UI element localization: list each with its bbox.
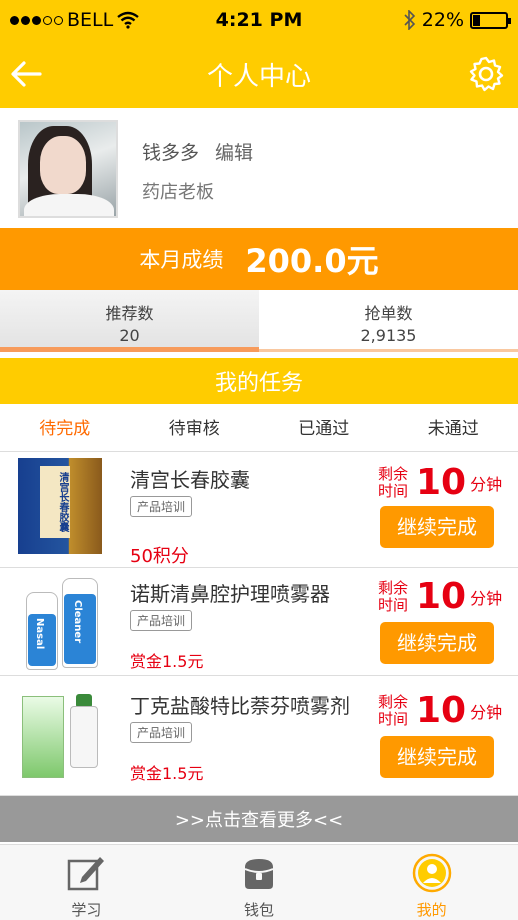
user-icon	[412, 853, 451, 893]
page-title: 个人中心	[206, 61, 311, 92]
avatar[interactable]	[18, 120, 118, 218]
task-tag: 产品培训	[130, 610, 193, 631]
carrier-name: BELL	[67, 9, 114, 31]
timer-label: 剩余时间	[378, 464, 409, 500]
tasks-header: 我的任务	[0, 358, 518, 404]
month-performance: 本月成绩 200.0元	[0, 228, 518, 290]
task-item[interactable]: 清宫长春胶囊 清宫长春胶囊 产品培训 50积分 剩余时间 10 分钟 继续完成	[0, 452, 518, 568]
stat-recommend-label: 推荐数	[105, 304, 154, 323]
stat-orders-label: 抢单数	[364, 304, 413, 323]
nav-bar: 个人中心	[0, 40, 518, 108]
tab-reviewing[interactable]: 待审核	[130, 406, 260, 451]
timer-label: 剩余时间	[378, 578, 409, 614]
bottom-tab-mine[interactable]: 我的	[345, 845, 518, 920]
timer-label: 剩余时间	[378, 692, 409, 728]
task-timer: 剩余时间 10 分钟	[378, 576, 502, 617]
task-reward: 赏金1.5元	[130, 764, 204, 783]
status-bar: BELL 4:21 PM 22%	[0, 0, 518, 40]
wifi-icon	[117, 11, 139, 29]
profile-name: 钱多多	[142, 142, 200, 164]
task-tabs: 待完成 待审核 已通过 未通过	[0, 406, 518, 452]
task-tag: 产品培训	[130, 722, 193, 743]
task-reward: 赏金1.5元	[130, 652, 204, 671]
stat-orders[interactable]: 抢单数 2,9135	[259, 290, 518, 352]
carrier-signal: BELL	[10, 9, 139, 31]
task-tag: 产品培训	[130, 496, 193, 517]
continue-button[interactable]: 继续完成	[380, 736, 494, 778]
timer-value: 10	[416, 576, 467, 617]
timer-unit: 分钟	[470, 588, 503, 608]
continue-button[interactable]: 继续完成	[380, 506, 494, 548]
bottom-tab-label: 学习	[71, 901, 102, 919]
product-image: 清宫长春胶囊	[18, 458, 108, 554]
signal-strength-icon	[10, 15, 63, 25]
month-performance-value: 200.0元	[245, 242, 379, 280]
pencil-edit-icon	[68, 857, 105, 891]
edit-profile-link[interactable]: 编辑	[215, 138, 253, 165]
battery-percent: 22%	[421, 9, 464, 31]
arrow-left-icon[interactable]	[8, 56, 44, 92]
task-timer: 剩余时间 10 分钟	[378, 690, 502, 731]
stat-recommend[interactable]: 推荐数 20	[0, 290, 259, 352]
task-title: 诺斯清鼻腔护理喷雾器	[130, 582, 330, 606]
bottom-tab-wallet[interactable]: 钱包	[173, 845, 346, 920]
bluetooth-icon	[404, 10, 415, 30]
product-image: Nasal Cleaner	[18, 574, 108, 670]
task-timer: 剩余时间 10 分钟	[378, 462, 502, 503]
task-item[interactable]: Nasal Cleaner 诺斯清鼻腔护理喷雾器 产品培训 赏金1.5元 剩余时…	[0, 568, 518, 676]
profile-role: 药店老板	[142, 182, 214, 203]
timer-unit: 分钟	[470, 702, 503, 722]
see-more-button[interactable]: >>点击查看更多<<	[0, 796, 518, 842]
month-performance-label: 本月成绩	[139, 248, 224, 272]
bottom-tab-study[interactable]: 学习	[0, 845, 173, 920]
battery-icon	[470, 11, 511, 29]
task-reward: 50积分	[130, 546, 189, 567]
timer-value: 10	[416, 690, 467, 731]
timer-unit: 分钟	[470, 474, 503, 494]
continue-button[interactable]: 继续完成	[380, 622, 494, 664]
gear-icon[interactable]	[468, 56, 504, 92]
profile-card: 钱多多 编辑 药店老板	[0, 108, 518, 228]
tab-pending[interactable]: 待完成	[0, 406, 130, 451]
bottom-tab-label: 钱包	[244, 901, 275, 919]
product-image	[18, 688, 108, 784]
stat-recommend-value: 20	[119, 326, 140, 345]
timer-value: 10	[416, 462, 467, 503]
task-item[interactable]: 丁克盐酸特比萘芬喷雾剂 产品培训 赏金1.5元 剩余时间 10 分钟 继续完成	[0, 676, 518, 796]
tab-rejected[interactable]: 未通过	[389, 406, 518, 451]
task-title: 丁克盐酸特比萘芬喷雾剂	[130, 694, 350, 718]
wallet-icon	[244, 859, 274, 889]
task-title: 清宫长春胶囊	[130, 468, 250, 492]
bottom-tab-bar: 学习 钱包 我的	[0, 844, 518, 920]
tab-approved[interactable]: 已通过	[259, 406, 389, 451]
stats-row: 推荐数 20 抢单数 2,9135	[0, 290, 518, 352]
bottom-tab-label: 我的	[416, 901, 447, 919]
battery-level	[473, 14, 481, 26]
stat-orders-value: 2,9135	[360, 326, 417, 345]
